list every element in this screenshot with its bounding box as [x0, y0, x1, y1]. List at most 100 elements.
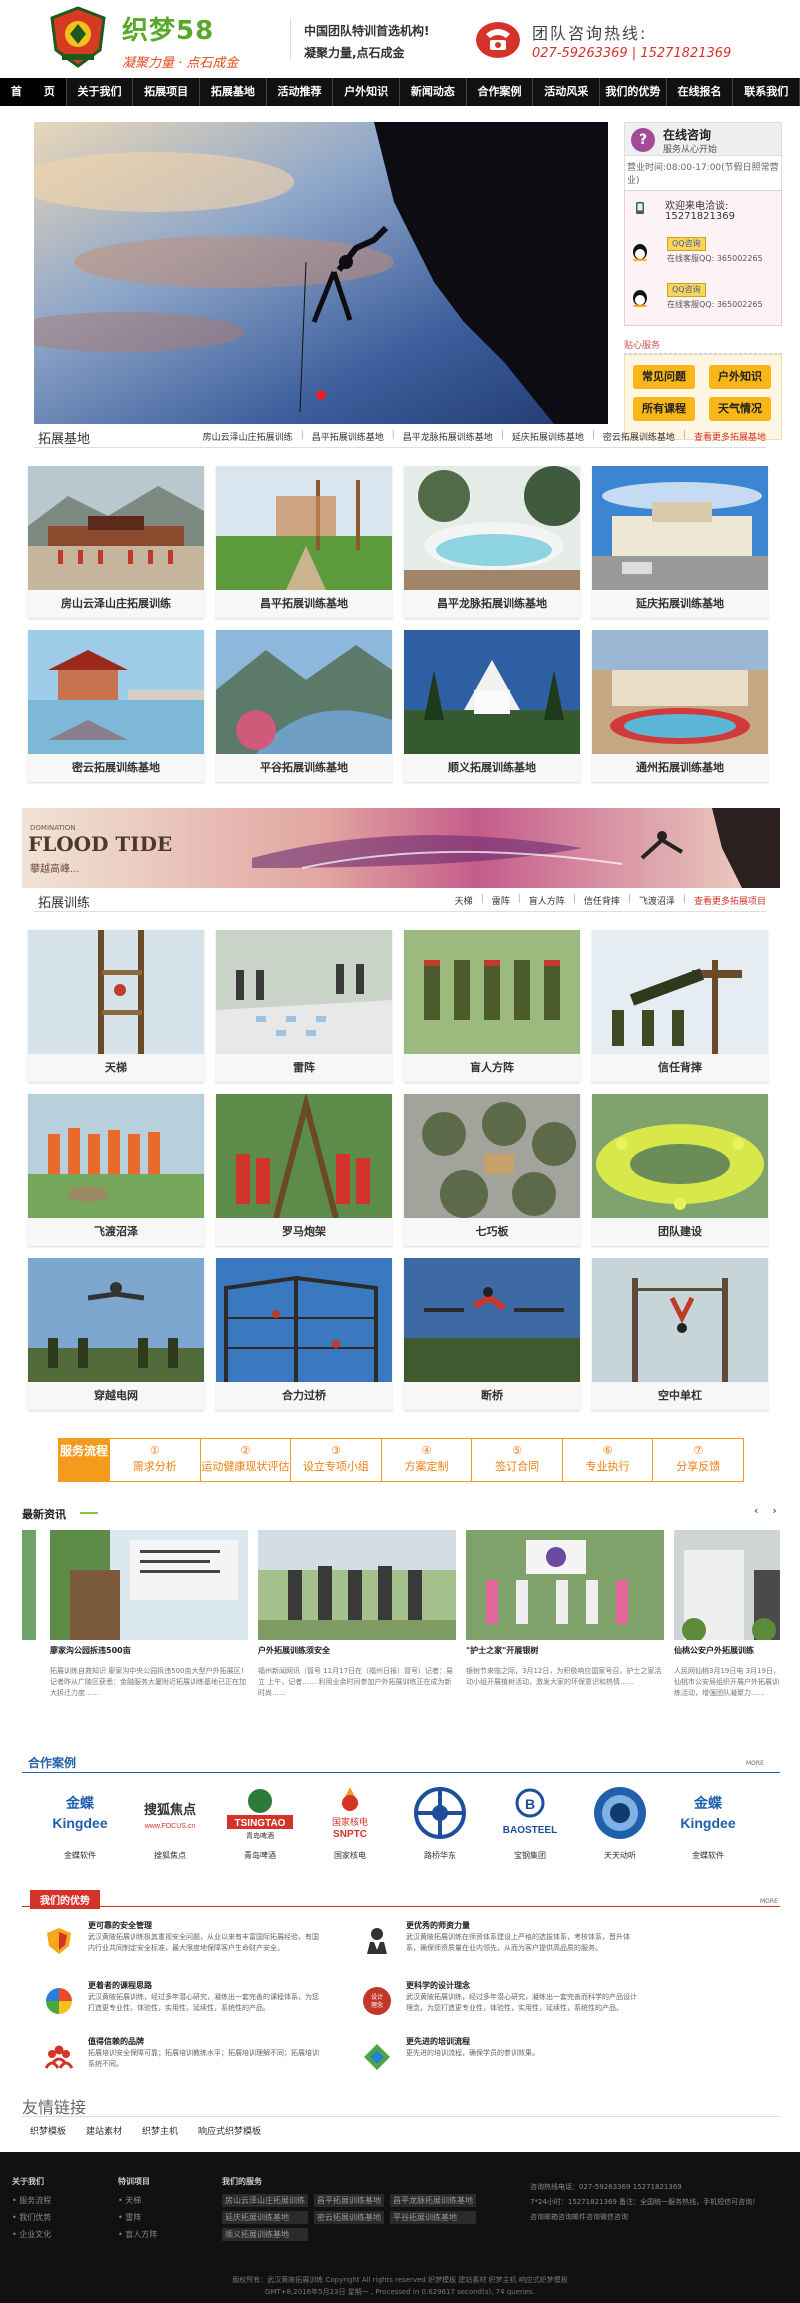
partner-item[interactable]: B BAOSTEEL 宝钢集团	[490, 1784, 570, 1861]
bases-link[interactable]: 延庆拓展训练基地	[512, 430, 584, 443]
training-card[interactable]: 信任背摔	[592, 930, 768, 1082]
more-training-link[interactable]: 查看更多拓展项目	[694, 894, 766, 907]
nav-gallery[interactable]: 活动风采	[533, 78, 601, 106]
training-card[interactable]: 飞渡沼泽	[28, 1094, 204, 1246]
base-caption[interactable]: 平谷拓展训练基地	[216, 754, 392, 782]
friend-link[interactable]: 织梦模板	[30, 2124, 66, 2137]
training-card[interactable]: 空中单杠	[592, 1258, 768, 1410]
partner-item[interactable]: 国家核电 SNPTC 国家核电	[310, 1784, 390, 1861]
news-item-title[interactable]: 廖家沟公园拆违500亩	[50, 1645, 248, 1656]
weather-button[interactable]: 天气情况	[709, 397, 771, 421]
footer-tag[interactable]: 昌平龙脉拓展训练基地	[390, 2194, 476, 2207]
footer-link[interactable]: 企业文化	[12, 2229, 51, 2240]
nav-advantages[interactable]: 我们的优势	[600, 78, 667, 106]
chevron-right-icon[interactable]: ›	[772, 1504, 776, 1517]
training-link[interactable]: 雷阵	[492, 894, 510, 907]
training-caption[interactable]: 飞渡沼泽	[28, 1218, 204, 1246]
partner-item[interactable]: 金蝶 Kingdee 金蝶软件	[668, 1784, 748, 1861]
news-item-title[interactable]: 仙桃公安户外拓展训练	[674, 1645, 780, 1656]
training-card[interactable]: 断桥	[404, 1258, 580, 1410]
footer-tag[interactable]: 顺义拓展训练基地	[222, 2228, 308, 2241]
friend-link[interactable]: 织梦主机	[142, 2124, 178, 2137]
flood-tide-banner[interactable]: DOMINATION FLOOD TIDE 攀越高峰...	[22, 808, 780, 888]
bases-link[interactable]: 昌平拓展训练基地	[312, 430, 384, 443]
training-caption[interactable]: 断桥	[404, 1382, 580, 1410]
nav-news[interactable]: 新闻动态	[400, 78, 467, 106]
training-caption[interactable]: 空中单杠	[592, 1382, 768, 1410]
base-card[interactable]: 昌平龙脉拓展训练基地	[404, 466, 580, 618]
news-item-title[interactable]: "护士之家"开展银树	[466, 1645, 664, 1656]
partners-more-link[interactable]: MORE	[746, 1760, 764, 1767]
nav-signup[interactable]: 在线报名	[667, 78, 734, 106]
nav-outdoor[interactable]: 户外知识	[333, 78, 401, 106]
friend-link[interactable]: 响应式织梦模板	[198, 2124, 261, 2137]
partner-item[interactable]: TSINGTAO 青岛啤酒 青岛啤酒	[220, 1784, 300, 1861]
logo-name[interactable]: 织梦58	[122, 10, 214, 47]
friend-link[interactable]: 建站素材	[86, 2124, 122, 2137]
bases-link[interactable]: 密云拓展训练基地	[603, 430, 675, 443]
nav-projects[interactable]: 拓展项目	[133, 78, 201, 106]
partner-item[interactable]: 路桥华东	[400, 1784, 480, 1861]
news-item[interactable]: "护士之家"开展银树 银树节来临之际，3月12日，为积极响应国家号召，护士之家活…	[466, 1530, 664, 1699]
advantages-more-link[interactable]: MORE	[760, 1898, 778, 1905]
partner-item[interactable]: 搜狐焦点 www.FOCUS.cn 搜狐焦点	[130, 1784, 210, 1861]
training-link[interactable]: 天梯	[455, 894, 473, 907]
footer-link[interactable]: 盲人方阵	[118, 2229, 157, 2240]
base-caption[interactable]: 房山云泽山庄拓展训练	[28, 590, 204, 618]
nav-contact[interactable]: 联系我们	[733, 78, 800, 106]
bases-link[interactable]: 房山云泽山庄拓展训练	[203, 430, 293, 443]
footer-tag[interactable]: 延庆拓展训练基地	[222, 2211, 308, 2224]
footer-tag[interactable]: 平谷拓展训练基地	[390, 2211, 476, 2224]
footer-link[interactable]: 天梯	[118, 2195, 157, 2206]
footer-tag[interactable]: 密云拓展训练基地	[314, 2211, 384, 2224]
base-caption[interactable]: 顺义拓展训练基地	[404, 754, 580, 782]
news-item[interactable]: 户外拓展训练须安全 福州新闻网讯（冒号 11月17日在（福州日报）冒号）记者：易…	[258, 1530, 456, 1699]
nav-bases[interactable]: 拓展基地	[200, 78, 267, 106]
training-caption[interactable]: 七巧板	[404, 1218, 580, 1246]
base-card[interactable]: 顺义拓展训练基地	[404, 630, 580, 782]
training-caption[interactable]: 雷阵	[216, 1054, 392, 1082]
training-card[interactable]: 雷阵	[216, 930, 392, 1082]
base-card[interactable]: 昌平拓展训练基地	[216, 466, 392, 618]
qq-consult-button[interactable]: QQ咨询	[667, 283, 706, 297]
base-card[interactable]: 通州拓展训练基地	[592, 630, 768, 782]
nav-recommend[interactable]: 活动推荐	[267, 78, 334, 106]
news-item-title[interactable]: 户外拓展训练须安全	[258, 1645, 456, 1656]
training-card[interactable]: 团队建设	[592, 1094, 768, 1246]
training-caption[interactable]: 盲人方阵	[404, 1054, 580, 1082]
qq-consult-button[interactable]: QQ咨询	[667, 237, 706, 251]
hero-banner[interactable]	[34, 122, 608, 424]
base-caption[interactable]: 密云拓展训练基地	[28, 754, 204, 782]
training-card[interactable]: 七巧板	[404, 1094, 580, 1246]
nav-home[interactable]: 首 页	[0, 78, 67, 106]
training-caption[interactable]: 团队建设	[592, 1218, 768, 1246]
base-caption[interactable]: 通州拓展训练基地	[592, 754, 768, 782]
footer-link[interactable]: 我们优势	[12, 2212, 51, 2223]
training-caption[interactable]: 罗马炮架	[216, 1218, 392, 1246]
base-card[interactable]: 平谷拓展训练基地	[216, 630, 392, 782]
footer-link[interactable]: 雷阵	[118, 2212, 157, 2223]
footer-tag[interactable]: 房山云泽山庄拓展训练	[222, 2194, 308, 2207]
training-card[interactable]: 天梯	[28, 930, 204, 1082]
training-link[interactable]: 盲人方阵	[529, 894, 565, 907]
base-card[interactable]: 密云拓展训练基地	[28, 630, 204, 782]
training-link[interactable]: 信任背摔	[584, 894, 620, 907]
training-card[interactable]: 罗马炮架	[216, 1094, 392, 1246]
news-item[interactable]: 仙桃公安户外拓展训练 人民网仙桃3月19日电 3月19日，仙桃市公安局组织开展户…	[674, 1530, 780, 1699]
training-caption[interactable]: 合力过桥	[216, 1382, 392, 1410]
base-card[interactable]: 房山云泽山庄拓展训练	[28, 466, 204, 618]
chevron-left-icon[interactable]: ‹	[754, 1504, 758, 1517]
footer-link[interactable]: 服务流程	[12, 2195, 51, 2206]
base-caption[interactable]: 昌平拓展训练基地	[216, 590, 392, 618]
faq-button[interactable]: 常见问题	[633, 365, 695, 389]
base-caption[interactable]: 昌平龙脉拓展训练基地	[404, 590, 580, 618]
banner-slide-indicator[interactable]	[316, 390, 326, 400]
more-bases-link[interactable]: 查看更多拓展基地	[694, 430, 766, 443]
training-card[interactable]: 合力过桥	[216, 1258, 392, 1410]
logo-badge-icon[interactable]	[48, 6, 108, 68]
training-caption[interactable]: 信任背摔	[592, 1054, 768, 1082]
footer-tag[interactable]: 昌平拓展训练基地	[314, 2194, 384, 2207]
all-courses-button[interactable]: 所有课程	[633, 397, 695, 421]
partner-item[interactable]: 天天动听	[580, 1784, 660, 1861]
partner-item[interactable]: 金蝶 Kingdee 金蝶软件	[40, 1784, 120, 1861]
